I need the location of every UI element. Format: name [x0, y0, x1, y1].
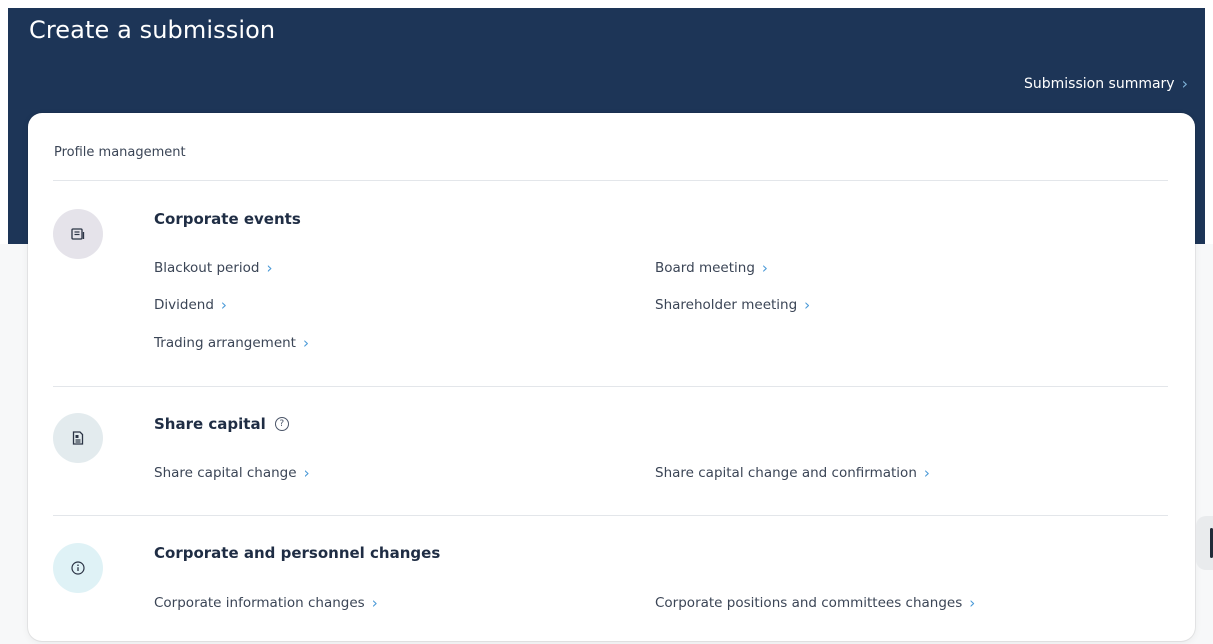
- section-icon-corporate-events: [53, 209, 103, 259]
- chevron-right-icon: ›: [303, 464, 310, 482]
- chevron-right-icon: ›: [371, 594, 378, 612]
- submission-summary-link[interactable]: Submission summary ›: [1024, 74, 1188, 93]
- chevron-right-icon: ›: [969, 594, 976, 612]
- newspaper-icon: [71, 228, 85, 240]
- link-label: Trading arrangement: [154, 335, 296, 351]
- link-label: Blackout period: [154, 260, 260, 276]
- help-icon[interactable]: ?: [274, 417, 289, 431]
- link-label: Shareholder meeting: [655, 297, 798, 313]
- link-label: Share capital change: [154, 465, 297, 481]
- chevron-right-icon: ›: [302, 334, 309, 352]
- divider: [53, 515, 1168, 516]
- link-share-capital-change-and-confirmation[interactable]: Share capital change and confirmation ›: [655, 464, 930, 482]
- chevron-right-icon: ›: [804, 296, 811, 314]
- chevron-right-icon: ›: [266, 259, 273, 277]
- info-icon: [71, 561, 85, 575]
- section-icon-corporate-personnel: [53, 543, 103, 593]
- link-board-meeting[interactable]: Board meeting ›: [655, 259, 768, 277]
- link-label: Board meeting: [655, 260, 755, 276]
- link-dividend[interactable]: Dividend ›: [154, 296, 227, 314]
- section-title-share-capital: Share capital ?: [154, 415, 289, 433]
- link-label: Corporate information changes: [154, 595, 365, 611]
- divider: [53, 180, 1168, 181]
- link-blackout-period[interactable]: Blackout period ›: [154, 259, 272, 277]
- section-title-label: Share capital: [154, 415, 266, 433]
- link-corporate-positions-committees-changes[interactable]: Corporate positions and committees chang…: [655, 594, 975, 612]
- page-title: Create a submission: [29, 16, 276, 44]
- divider: [53, 386, 1168, 387]
- chevron-right-icon: ›: [761, 259, 768, 277]
- submission-card: Profile management Corporate events Blac…: [28, 113, 1195, 641]
- section-title-corporate-events: Corporate events: [154, 210, 301, 228]
- section-title-label: Corporate events: [154, 210, 301, 228]
- side-scroll-handle[interactable]: [1196, 516, 1213, 570]
- submission-summary-label: Submission summary: [1023, 75, 1175, 92]
- link-label: Corporate positions and committees chang…: [655, 595, 963, 611]
- link-share-capital-change[interactable]: Share capital change ›: [154, 464, 310, 482]
- section-title-corporate-personnel-changes: Corporate and personnel changes: [154, 544, 440, 562]
- document-share-icon: [72, 431, 84, 445]
- link-label: Dividend: [154, 297, 214, 313]
- link-trading-arrangement[interactable]: Trading arrangement ›: [154, 334, 309, 352]
- link-corporate-information-changes[interactable]: Corporate information changes ›: [154, 594, 378, 612]
- chevron-right-icon: ›: [220, 296, 227, 314]
- card-heading: Profile management: [54, 145, 186, 160]
- chevron-right-icon: ›: [1181, 74, 1188, 93]
- section-title-label: Corporate and personnel changes: [154, 544, 441, 562]
- chevron-right-icon: ›: [923, 464, 930, 482]
- link-label: Share capital change and confirmation: [655, 465, 917, 481]
- link-shareholder-meeting[interactable]: Shareholder meeting ›: [655, 296, 810, 314]
- section-icon-share-capital: [53, 413, 103, 463]
